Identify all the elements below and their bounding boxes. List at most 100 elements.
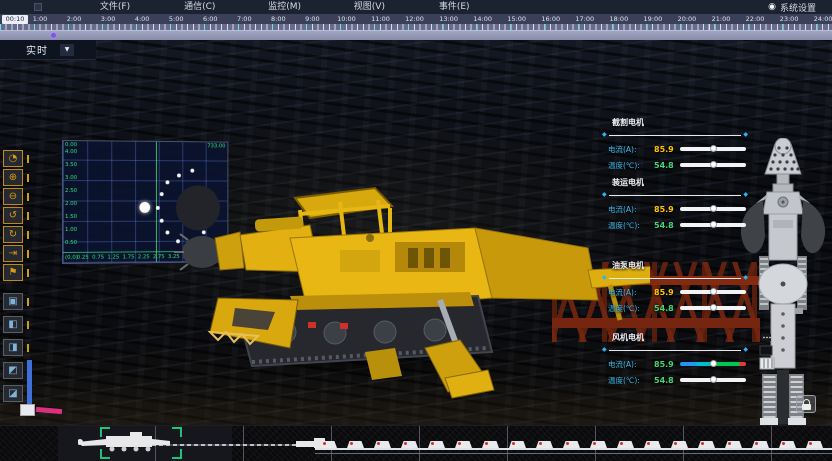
lock-button[interactable] <box>796 395 816 413</box>
section-divider <box>507 426 508 461</box>
motor-panel-fan: 风机电机 电流(A): 85.9 温度(℃): 54.8 <box>600 332 750 390</box>
rotate-cw-icon[interactable]: ↻ <box>3 226 23 243</box>
current-value: 85.9 <box>654 205 680 214</box>
z-axis <box>27 360 32 406</box>
hour-label: 1:00 <box>26 14 54 24</box>
temperature-slider[interactable] <box>680 378 746 382</box>
hour-label: 11:00 <box>367 14 395 24</box>
plan-conveyor-car <box>347 441 364 448</box>
grid-y-label: 4.00 <box>65 149 83 156</box>
temperature-label: 温度(℃): <box>608 303 654 314</box>
compass-icon[interactable]: ◔ <box>3 150 23 167</box>
hour-label: 10:00 <box>332 14 360 24</box>
current-slider[interactable] <box>680 207 746 211</box>
grid-y-label: 1.00 <box>65 227 83 234</box>
3d-viewport[interactable]: 0.00 733.00 (0,0) (m) 4.00 3.50 3.00 2.5… <box>0 40 832 425</box>
current-slider[interactable] <box>680 147 746 151</box>
grid-x-label: 1.75 <box>121 254 137 261</box>
temperature-value: 54.8 <box>654 304 680 313</box>
axis-origin <box>20 404 35 416</box>
hour-label: 6:00 <box>196 14 224 24</box>
grid-x-label: 0.25 <box>75 255 91 262</box>
menu-item[interactable]: 通信(C) <box>165 0 235 14</box>
plan-conveyor-car <box>536 441 553 448</box>
hour-label: 13:00 <box>435 14 463 24</box>
menu-item[interactable]: 文件(F) <box>80 0 150 14</box>
plan-conveyor-car <box>752 441 769 448</box>
current-label: 电流(A): <box>608 287 654 298</box>
separator-diamond-line <box>602 132 748 138</box>
system-settings-button[interactable]: 系统设置 <box>768 0 816 14</box>
timeline-playhead[interactable] <box>50 32 57 39</box>
grid-y-label: 3.00 <box>65 175 83 182</box>
separator-diamond-line <box>602 347 748 353</box>
roadheader-machine-3d[interactable] <box>140 140 650 415</box>
timeline-scrubber-track[interactable] <box>0 30 832 40</box>
menu-item[interactable]: 视图(V) <box>334 0 404 14</box>
hour-label: 21:00 <box>707 14 735 24</box>
hour-label: 19:00 <box>639 14 667 24</box>
current-label: 电流(A): <box>608 144 654 155</box>
zoom-out-icon[interactable]: ⊖ <box>3 188 23 205</box>
plan-conveyor-car <box>698 441 715 448</box>
view-cube-top-icon[interactable]: ◧ <box>3 316 23 333</box>
hour-label: 3:00 <box>94 14 122 24</box>
view-mode-dropdown[interactable]: 实时 <box>0 40 96 60</box>
rotate-ccw-icon[interactable]: ↺ <box>3 207 23 224</box>
separator-diamond-line <box>602 275 748 281</box>
zoom-in-icon[interactable]: ⊕ <box>3 169 23 186</box>
view-toolbar: ◔ ⊕ ⊖ ↺ ↻ ⇥ ⚑ ▣ ◧ ◨ ◩ ◪ <box>3 108 37 398</box>
plan-conveyor-rail <box>315 448 832 450</box>
motor-panel-cutting: 截割电机 电流(A): 85.9 温度(℃): 54.8 <box>600 117 750 175</box>
view-cube-front-icon[interactable]: ◨ <box>3 339 23 356</box>
hour-label: 22:00 <box>741 14 769 24</box>
menu-item[interactable]: 监控(M) <box>250 0 320 14</box>
view-cube-active-icon[interactable]: ▣ <box>3 293 23 310</box>
temperature-slider[interactable] <box>680 223 746 227</box>
temperature-value: 54.8 <box>654 161 680 170</box>
current-time-badge: 00:10 <box>2 15 28 24</box>
current-slider[interactable] <box>680 290 746 294</box>
plan-view-strip[interactable] <box>0 425 832 461</box>
menu-item[interactable]: 事件(E) <box>419 0 489 14</box>
grid-y-label: 3.50 <box>65 162 83 169</box>
temperature-value: 54.8 <box>654 221 680 230</box>
temperature-label: 温度(℃): <box>608 375 654 386</box>
axis-gizmo <box>12 360 82 420</box>
plan-conveyor-car <box>563 441 580 448</box>
plan-conveyor-car <box>428 441 445 448</box>
hour-label: 16:00 <box>537 14 565 24</box>
menu-bar: 文件(F) 通信(C) 监控(M) 视图(V) 事件(E) <box>0 0 832 14</box>
hour-label: 18:00 <box>605 14 633 24</box>
plan-conveyor-car <box>779 441 796 448</box>
motor-panel-title: 风机电机 <box>612 332 644 343</box>
current-label: 电流(A): <box>608 204 654 215</box>
pan-icon[interactable]: ⇥ <box>3 245 23 262</box>
motor-panel-title: 截割电机 <box>612 117 644 128</box>
grid-y-label: 2.50 <box>65 188 83 195</box>
hour-label: 8:00 <box>264 14 292 24</box>
plan-conveyor-car <box>590 441 607 448</box>
temperature-label: 温度(℃): <box>608 160 654 171</box>
current-gauge-slider[interactable] <box>680 362 746 366</box>
temperature-slider[interactable] <box>680 163 746 167</box>
temperature-slider[interactable] <box>680 306 746 310</box>
plan-conveyor-car <box>320 441 337 448</box>
plan-conveyor-car <box>455 441 472 448</box>
motor-panel-title: 装运电机 <box>612 177 644 188</box>
settings-label: 系统设置 <box>780 1 816 14</box>
plan-conveyor-car <box>806 441 823 448</box>
plan-cable-chain <box>152 444 320 446</box>
grid-x-label: 1.25 <box>106 255 122 262</box>
current-value: 85.9 <box>654 145 680 154</box>
hour-label: 2:00 <box>60 14 88 24</box>
hour-label: 5:00 <box>162 14 190 24</box>
motor-panel-loading: 装运电机 电流(A): 85.9 温度(℃): 54.8 <box>600 177 750 235</box>
motor-panel-oil-pump: 油泵电机 电流(A): 85.9 温度(℃): 54.8 <box>600 260 750 318</box>
selection-brackets <box>100 427 182 459</box>
plan-conveyor-car <box>644 441 661 448</box>
flag-icon[interactable]: ⚑ <box>3 264 23 281</box>
app-window: 0.00 733.00 (0,0) (m) 4.00 3.50 3.00 2.5… <box>0 0 832 461</box>
app-icon <box>34 3 42 11</box>
temperature-value: 54.8 <box>654 376 680 385</box>
